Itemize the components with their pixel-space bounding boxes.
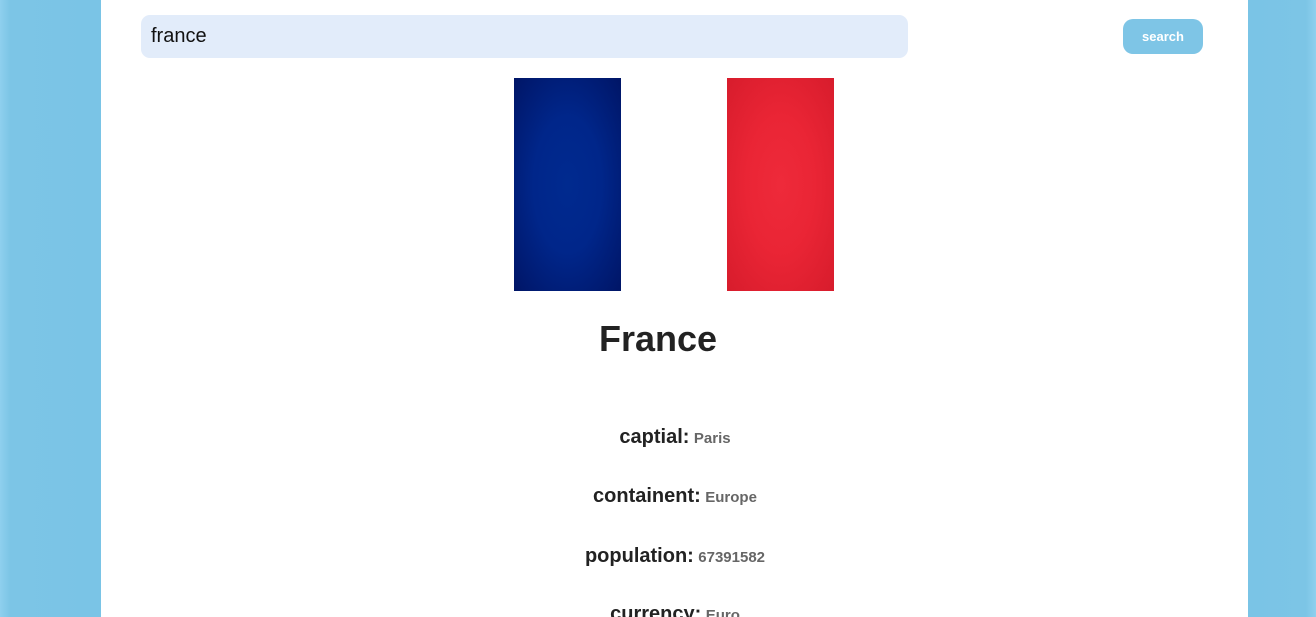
search-button[interactable]: search [1123, 19, 1203, 54]
country-name: France [598, 318, 718, 359]
flag-stripe-red [727, 78, 835, 291]
flag-stripe-blue [514, 78, 621, 291]
country-flag [514, 78, 835, 291]
info-label: currency: [610, 603, 702, 617]
info-row-population: population: 67391582 [0, 545, 1316, 568]
flag-stripe-white [620, 78, 728, 291]
info-label: containent: [593, 485, 701, 507]
info-row-capital: captial: Paris [0, 426, 1316, 449]
background-left [0, 0, 101, 617]
background-right [1248, 0, 1316, 617]
info-row-currency: currency: Euro [0, 603, 1316, 617]
search-input[interactable] [141, 15, 908, 58]
info-value: Paris [693, 430, 731, 447]
info-label: population: [584, 545, 694, 567]
info-value: 67391582 [698, 549, 766, 566]
info-value: Euro [705, 607, 740, 617]
info-value: Europe [705, 489, 757, 506]
info-label: captial: [619, 426, 690, 448]
info-row-continent: containent: Europe [0, 485, 1316, 508]
